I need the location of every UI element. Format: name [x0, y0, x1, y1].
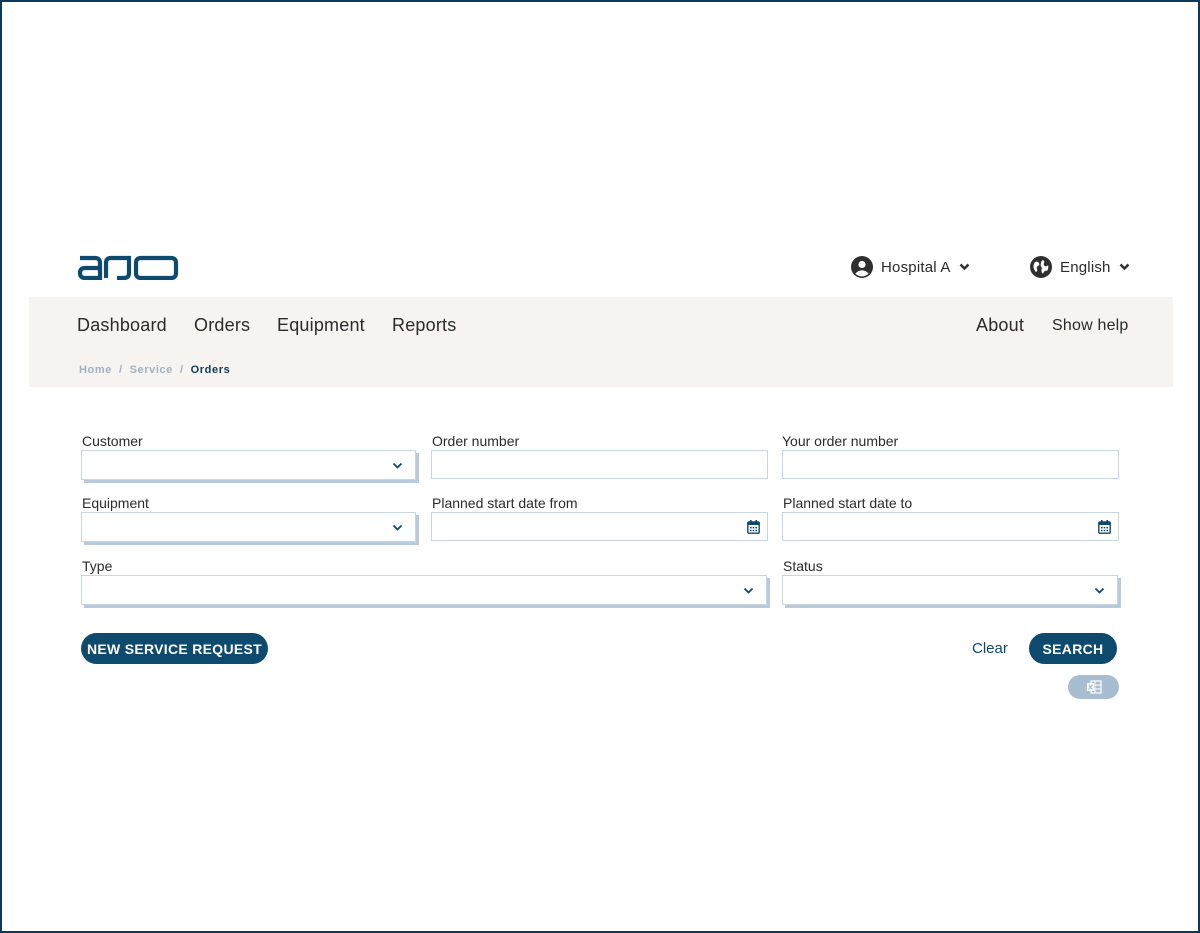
breadcrumb-current: Orders	[190, 364, 231, 376]
planned-to-label: Planned start date to	[783, 495, 913, 511]
breadcrumb-separator: /	[179, 364, 184, 376]
export-excel-button[interactable]	[1068, 675, 1119, 699]
type-select[interactable]	[81, 575, 767, 605]
language-menu[interactable]: English	[1030, 254, 1130, 280]
calendar-icon[interactable]	[1098, 520, 1111, 534]
chevron-down-icon	[743, 587, 754, 594]
your-order-number-label: Your order number	[782, 433, 899, 449]
globe-icon	[1030, 256, 1052, 278]
clear-button[interactable]: Clear	[972, 640, 1008, 657]
breadcrumb-separator: /	[118, 364, 123, 376]
chevron-down-icon	[392, 524, 403, 531]
customer-select[interactable]	[81, 450, 416, 480]
show-help-link[interactable]: Show help	[1052, 317, 1129, 335]
customer-label: Customer	[82, 433, 143, 449]
calendar-icon[interactable]	[747, 520, 760, 534]
search-button[interactable]: SEARCH	[1029, 633, 1117, 664]
planned-to-field[interactable]	[782, 512, 1119, 541]
arjo-logo[interactable]	[77, 250, 179, 280]
status-select[interactable]	[782, 575, 1118, 605]
order-number-field[interactable]	[431, 450, 768, 479]
breadcrumb: Home / Service / Orders	[79, 364, 230, 376]
status-label: Status	[783, 558, 823, 574]
user-circle-icon	[851, 256, 873, 278]
nav-reports[interactable]: Reports	[392, 315, 456, 336]
new-service-request-button[interactable]: NEW SERVICE REQUEST	[81, 633, 268, 664]
nav-about[interactable]: About	[976, 315, 1024, 336]
nav-dashboard[interactable]: Dashboard	[77, 315, 167, 336]
equipment-select[interactable]	[81, 512, 416, 542]
type-label: Type	[82, 558, 113, 574]
account-name: Hospital A	[881, 258, 951, 276]
chevron-down-icon	[1119, 263, 1129, 271]
order-number-input[interactable]	[432, 451, 767, 478]
excel-icon	[1086, 680, 1102, 694]
breadcrumb-service[interactable]: Service	[130, 364, 173, 376]
nav-equipment[interactable]: Equipment	[277, 315, 365, 336]
planned-from-label: Planned start date from	[432, 495, 578, 511]
equipment-label: Equipment	[82, 495, 149, 511]
nav-orders[interactable]: Orders	[194, 315, 250, 336]
chevron-down-icon	[959, 263, 969, 271]
planned-from-input[interactable]	[432, 513, 767, 540]
chevron-down-icon	[1094, 587, 1105, 594]
planned-to-input[interactable]	[783, 513, 1118, 540]
your-order-number-input[interactable]	[783, 451, 1118, 478]
language-label: English	[1060, 258, 1111, 276]
main-nav: Dashboard Orders Equipment Reports About…	[29, 297, 1173, 387]
order-number-label: Order number	[432, 433, 520, 449]
breadcrumb-home[interactable]: Home	[79, 364, 112, 376]
your-order-number-field[interactable]	[782, 450, 1119, 479]
account-menu[interactable]: Hospital A	[851, 254, 970, 280]
chevron-down-icon	[392, 462, 403, 469]
planned-from-field[interactable]	[431, 512, 768, 541]
